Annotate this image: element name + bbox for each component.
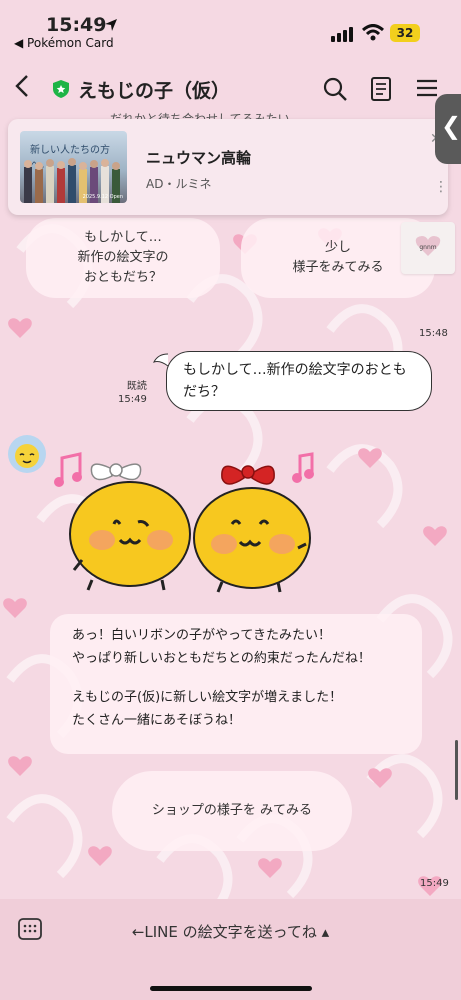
sticker-thumbnail[interactable]: gnnm (401, 222, 455, 274)
sticker-label: gnnm (419, 244, 437, 251)
ad-title[interactable]: ニュウマン高輪 (146, 147, 251, 168)
scrollbar[interactable] (455, 740, 458, 800)
location-arrow-icon (105, 19, 117, 31)
choice-label: 少し 様子をみてみる (292, 240, 384, 275)
received-message-line1: あっ！白いリボンの子がやってきたみたい！ やっぱり新しいおともだちとの約束だった… (72, 628, 371, 666)
emoji-face-icon (15, 444, 39, 468)
ad-thumbnail[interactable]: 新しい人たちの方へ。 2025.9.12 Open (20, 131, 127, 203)
home-indicator (150, 986, 312, 991)
emoji-prompt-button[interactable]: ←LINE の絵文字を送ってね ▴ (0, 921, 461, 942)
back-chevron-icon[interactable] (12, 74, 32, 103)
back-to-app-link[interactable]: ◀ Pokémon Card (14, 36, 114, 50)
ad-more-icon[interactable]: ⋮ (434, 179, 448, 195)
message-time: 15:49 (420, 878, 449, 889)
choice-label: もしかして… 新作の絵文字の おともだち？ (77, 230, 169, 285)
choice-button-maybe-new-friend[interactable]: もしかして… 新作の絵文字の おともだち？ (26, 218, 220, 298)
shop-button[interactable]: ショップの様子を みてみる (112, 771, 352, 851)
read-receipt: 既読 15:49 (118, 380, 147, 406)
received-message-line2: えもじの子(仮)に新しい絵文字が増えました！ たくさん一緒にあそぼうね！ (72, 690, 343, 728)
ad-sponsor-label: AD・ルミネ (146, 177, 212, 191)
read-label: 既読 (126, 381, 147, 392)
wifi-icon (362, 24, 384, 41)
ad-thumbnail-date: 2025.9.12 Open (82, 194, 123, 200)
chat-header: えもじの子（仮） (0, 62, 461, 114)
chat-title: えもじの子（仮） (78, 80, 231, 102)
message-time: 15:48 (419, 328, 448, 339)
battery-indicator: 32 (390, 24, 420, 42)
side-panel-handle[interactable]: ❮ (435, 94, 461, 164)
sent-message-bubble[interactable]: もしかして…新作の絵文字のおともだち？ (166, 351, 432, 411)
menu-icon[interactable] (415, 76, 439, 100)
ad-banner[interactable]: 新しい人たちの方へ。 2025.9.12 Open ニュウマン高輪 AD・ルミネ… (8, 119, 448, 215)
received-message-bubble[interactable]: あっ！白いリボンの子がやってきたみたい！ やっぱり新しいおともだちとの約束だった… (50, 614, 422, 754)
status-bar: 15:49 ◀ Pokémon Card 32 (0, 0, 461, 62)
music-note-left-icon (54, 452, 82, 487)
music-note-right-icon (292, 452, 314, 483)
emoji-pair-sticker[interactable] (52, 448, 332, 598)
cellular-signal-icon (331, 27, 353, 42)
avatar[interactable] (8, 435, 46, 473)
notes-icon[interactable] (370, 76, 392, 102)
sent-message-text: もしかして…新作の絵文字のおともだち？ (183, 362, 407, 400)
chevron-left-icon: ❮ (441, 112, 461, 140)
read-time: 15:49 (118, 394, 147, 405)
search-icon[interactable] (322, 76, 348, 102)
verified-shield-icon (53, 80, 69, 98)
bottom-input-bar: ←LINE の絵文字を送ってね ▴ (0, 899, 461, 1000)
status-time: 15:49 (46, 14, 107, 36)
